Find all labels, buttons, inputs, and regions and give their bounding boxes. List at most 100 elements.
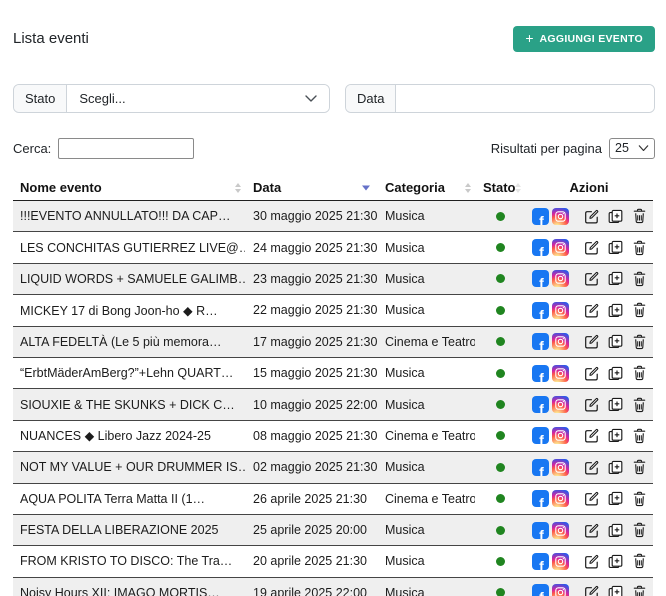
delete-icon[interactable]: [632, 397, 647, 413]
event-date: 08 maggio 2025 21:30: [245, 420, 377, 451]
delete-icon[interactable]: [632, 302, 647, 318]
duplicate-icon[interactable]: [608, 240, 623, 255]
facebook-icon[interactable]: f: [532, 490, 549, 507]
per-page-select[interactable]: 25: [609, 138, 655, 159]
event-category: Musica: [377, 452, 475, 483]
event-status-cell: [475, 514, 525, 545]
duplicate-icon[interactable]: [608, 209, 623, 224]
delete-icon[interactable]: [632, 208, 647, 224]
facebook-icon[interactable]: f: [532, 302, 549, 319]
status-active-dot: [496, 306, 505, 315]
edit-icon[interactable]: [584, 240, 599, 255]
facebook-icon[interactable]: f: [532, 584, 549, 596]
edit-icon[interactable]: [584, 334, 599, 349]
per-page-value: 25: [615, 141, 629, 155]
edit-icon[interactable]: [584, 428, 599, 443]
stato-filter-select[interactable]: Scegli...: [67, 85, 329, 112]
filter-row: Stato Scegli... Data: [13, 84, 655, 113]
instagram-icon[interactable]: [552, 522, 569, 539]
stato-filter-value: Scegli...: [79, 91, 125, 106]
table-body: !!!EVENTO ANNULLATO!!! DA CAP… 30 maggio…: [13, 201, 653, 596]
add-event-button[interactable]: + AGGIUNGI EVENTO: [513, 26, 655, 52]
facebook-icon[interactable]: f: [532, 396, 549, 413]
facebook-icon[interactable]: f: [532, 270, 549, 287]
edit-icon[interactable]: [584, 366, 599, 381]
instagram-icon[interactable]: [552, 490, 569, 507]
delete-icon[interactable]: [632, 271, 647, 287]
table-row: LES CONCHITAS GUTIERREZ LIVE@… 24 maggio…: [13, 232, 653, 263]
edit-icon[interactable]: [584, 585, 599, 596]
edit-icon[interactable]: [584, 397, 599, 412]
edit-icon[interactable]: [584, 460, 599, 475]
event-actions-cell: f: [525, 514, 653, 545]
duplicate-icon[interactable]: [608, 460, 623, 475]
duplicate-icon[interactable]: [608, 366, 623, 381]
data-filter-input[interactable]: [396, 85, 654, 112]
duplicate-icon[interactable]: [608, 428, 623, 443]
search-input[interactable]: [58, 138, 194, 159]
column-header-data[interactable]: Data: [245, 175, 377, 201]
delete-icon[interactable]: [632, 553, 647, 569]
duplicate-icon[interactable]: [608, 491, 623, 506]
delete-icon[interactable]: [632, 522, 647, 538]
facebook-icon[interactable]: f: [532, 522, 549, 539]
instagram-icon[interactable]: [552, 208, 569, 225]
event-actions-cell: f: [525, 389, 653, 420]
facebook-icon[interactable]: f: [532, 365, 549, 382]
instagram-icon[interactable]: [552, 396, 569, 413]
duplicate-icon[interactable]: [608, 585, 623, 596]
duplicate-icon[interactable]: [608, 271, 623, 286]
duplicate-icon[interactable]: [608, 523, 623, 538]
edit-icon[interactable]: [584, 271, 599, 286]
event-category: Cinema e Teatro: [377, 326, 475, 357]
delete-icon[interactable]: [632, 240, 647, 256]
edit-icon[interactable]: [584, 303, 599, 318]
instagram-icon[interactable]: [552, 365, 569, 382]
column-header-nome-evento[interactable]: Nome evento: [13, 175, 245, 201]
facebook-icon[interactable]: f: [532, 459, 549, 476]
table-row: FROM KRISTO TO DISCO: The Tra… 20 aprile…: [13, 546, 653, 577]
facebook-icon[interactable]: f: [532, 427, 549, 444]
delete-icon[interactable]: [632, 365, 647, 381]
table-header-row: Nome evento Data Categoria Stato Azioni: [13, 175, 653, 201]
table-row: AQUA POLITA Terra Matta II (1… 26 aprile…: [13, 483, 653, 514]
delete-icon[interactable]: [632, 459, 647, 475]
column-header-stato[interactable]: Stato: [475, 175, 525, 201]
instagram-icon[interactable]: [552, 584, 569, 596]
event-name: LES CONCHITAS GUTIERREZ LIVE@…: [13, 232, 245, 263]
instagram-icon[interactable]: [552, 459, 569, 476]
delete-icon[interactable]: [632, 491, 647, 507]
edit-icon[interactable]: [584, 209, 599, 224]
facebook-icon[interactable]: f: [532, 553, 549, 570]
edit-icon[interactable]: [584, 523, 599, 538]
status-active-dot: [496, 369, 505, 378]
column-header-categoria[interactable]: Categoria: [377, 175, 475, 201]
duplicate-icon[interactable]: [608, 554, 623, 569]
facebook-icon[interactable]: f: [532, 208, 549, 225]
duplicate-icon[interactable]: [608, 397, 623, 412]
event-category: Musica: [377, 201, 475, 232]
instagram-icon[interactable]: [552, 270, 569, 287]
instagram-icon[interactable]: [552, 553, 569, 570]
event-category: Musica: [377, 357, 475, 388]
instagram-icon[interactable]: [552, 427, 569, 444]
instagram-icon[interactable]: [552, 239, 569, 256]
event-category: Musica: [377, 546, 475, 577]
delete-icon[interactable]: [632, 585, 647, 596]
duplicate-icon[interactable]: [608, 303, 623, 318]
event-name: FESTA DELLA LIBERAZIONE 2025: [13, 514, 245, 545]
facebook-icon[interactable]: f: [532, 333, 549, 350]
plus-icon: +: [525, 31, 533, 45]
duplicate-icon[interactable]: [608, 334, 623, 349]
status-active-dot: [496, 243, 505, 252]
instagram-icon[interactable]: [552, 333, 569, 350]
instagram-icon[interactable]: [552, 302, 569, 319]
edit-icon[interactable]: [584, 554, 599, 569]
table-row: ALTA FEDELTÀ (Le 5 più memora… 17 maggio…: [13, 326, 653, 357]
edit-icon[interactable]: [584, 491, 599, 506]
facebook-icon[interactable]: f: [532, 239, 549, 256]
delete-icon[interactable]: [632, 428, 647, 444]
event-date: 20 aprile 2025 21:30: [245, 546, 377, 577]
add-event-label: AGGIUNGI EVENTO: [540, 33, 644, 45]
delete-icon[interactable]: [632, 334, 647, 350]
